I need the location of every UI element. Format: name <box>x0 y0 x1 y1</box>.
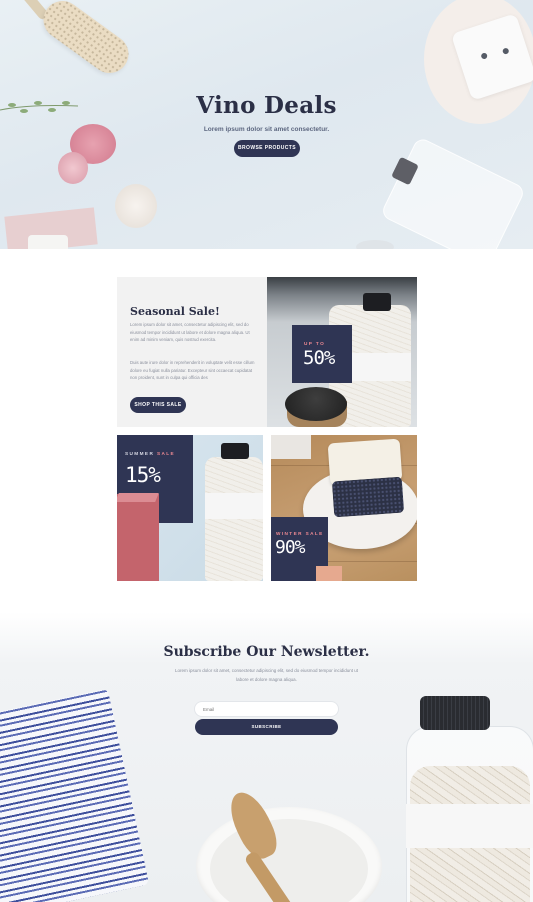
black-soap-image <box>331 476 405 518</box>
bottle-product-image[interactable]: UP TO 50% <box>267 277 417 427</box>
promo-value: 15% <box>125 463 161 487</box>
promo-label: SUMMER SALE <box>125 451 175 456</box>
hero-sea-urchin-image <box>115 184 157 228</box>
promo-label: WINTER SALE <box>276 531 324 536</box>
shop-this-sale-button[interactable]: SHOP THIS SALE <box>130 397 186 413</box>
towel-corner-image <box>271 435 311 459</box>
seasonal-sale-paragraph: Duis aute irure dolor in reprehenderit i… <box>130 360 255 381</box>
seasonal-sale-title: Seasonal Sale! <box>130 305 220 318</box>
bottle-label-image <box>406 804 533 848</box>
large-bottle-image <box>402 696 533 902</box>
hero-brush-image <box>35 0 137 81</box>
hero-jar-image <box>379 136 527 249</box>
summer-sale-image[interactable]: SUMMER SALE 15% <box>117 435 263 581</box>
bottle-cap-image <box>420 696 490 730</box>
hero-cloth-image <box>28 235 68 249</box>
pink-block-image <box>117 494 159 581</box>
promo-value: 90% <box>275 537 305 558</box>
hero-sea-urchin-image <box>58 152 88 184</box>
soap-dot <box>480 52 488 60</box>
newsletter-section: Subscribe Our Newsletter. Lorem ipsum do… <box>0 612 533 902</box>
bowl-inner-image <box>210 819 368 902</box>
subscribe-button[interactable]: SUBSCRIBE <box>195 719 338 735</box>
promo-value: 50% <box>303 347 335 369</box>
peach-block-image <box>316 566 342 581</box>
bottle-cap-image <box>221 443 249 459</box>
hero-bottle-image <box>356 240 394 249</box>
promo-label: UP TO <box>304 341 326 346</box>
promo-label-accent: SALE <box>156 451 176 456</box>
pink-block-top-image <box>117 493 159 502</box>
hero-section: Vino Deals Lorem ipsum dolor sit amet co… <box>0 0 533 249</box>
hero-title: Vino Deals <box>196 92 337 119</box>
browse-products-button[interactable]: BROWSE PRODUCTS <box>234 140 300 157</box>
email-field[interactable] <box>195 702 338 716</box>
bottle-cap-image <box>363 293 391 311</box>
bottle-image <box>205 457 263 581</box>
newsletter-subtitle: Lorem ipsum dolor sit amet, consectetur … <box>174 668 359 682</box>
winter-sale-image[interactable]: WINTER SALE 90% <box>271 435 417 581</box>
bowl-image <box>196 807 382 902</box>
striped-towel-image <box>0 688 150 902</box>
soap-dot <box>501 47 510 55</box>
hero-subtitle: Lorem ipsum dolor sit amet consectetur. <box>203 126 330 133</box>
seasonal-sale-paragraph: Lorem ipsum dolor sit amet, consectetur … <box>130 322 250 343</box>
seasonal-sale-card: Seasonal Sale! Lorem ipsum dolor sit ame… <box>117 277 267 427</box>
promo-badge-up-to: UP TO 50% <box>292 325 352 383</box>
tin-lid-image <box>285 387 347 421</box>
bottle-label-image <box>205 493 263 519</box>
promo-label-plain: SUMMER <box>125 451 155 456</box>
newsletter-title: Subscribe Our Newsletter. <box>163 644 370 660</box>
